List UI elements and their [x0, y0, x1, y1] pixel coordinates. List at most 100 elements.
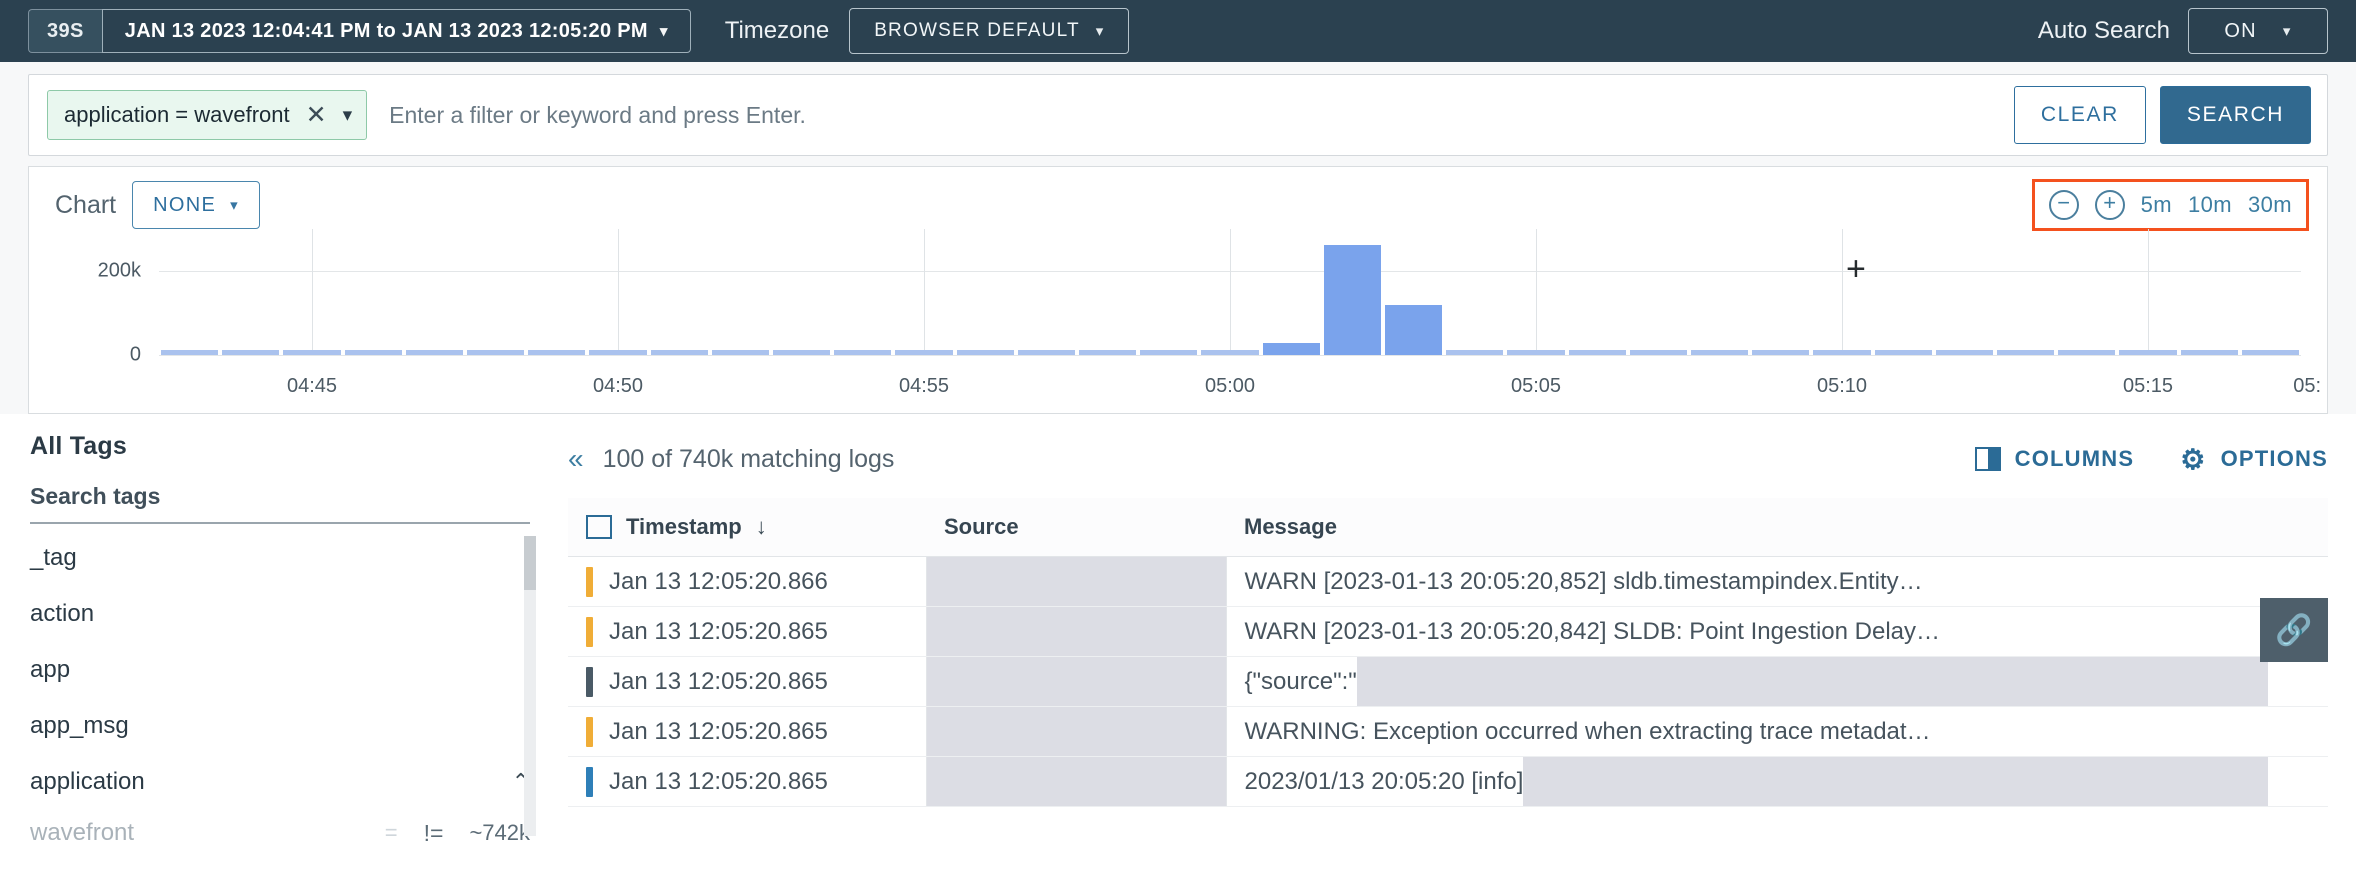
tag-item[interactable]: app	[30, 642, 530, 698]
chevron-down-icon[interactable]: ▾	[343, 104, 353, 127]
chart-bar[interactable]	[2241, 350, 2299, 355]
cell-message: {"source":"	[1225, 656, 2328, 707]
columns-button[interactable]: COLUMNS	[1974, 446, 2135, 472]
tag-item-label: application	[30, 768, 145, 795]
severity-indicator	[586, 616, 593, 647]
chart-bar[interactable]	[589, 350, 647, 355]
chart-bar[interactable]	[1385, 304, 1443, 355]
tag-item[interactable]: _tag	[30, 530, 530, 586]
chart-bar[interactable]	[1568, 350, 1626, 355]
chart-bar[interactable]	[650, 350, 708, 355]
chart-bar[interactable]	[773, 350, 831, 355]
chart-bar[interactable]	[1323, 244, 1381, 355]
tag-item[interactable]: app_msg	[30, 698, 530, 754]
filter-chip-application[interactable]: application = wavefront ✕ ▾	[47, 90, 368, 140]
collapse-sidebar-icon[interactable]: «	[568, 443, 583, 475]
cell-timestamp: Jan 13 12:05:20.865	[568, 706, 926, 757]
chart-bar[interactable]	[895, 350, 953, 355]
table-row[interactable]: Jan 13 12:05:20.865 WARN [2023-01-13 20:0…	[568, 606, 2328, 657]
copy-link-button[interactable]: 🔗	[2260, 598, 2328, 662]
zoom-step-30m[interactable]: 30m	[2248, 192, 2292, 218]
chart-bar[interactable]	[1935, 350, 1993, 355]
chart-bar[interactable]	[344, 350, 402, 355]
chart-bar[interactable]	[834, 350, 892, 355]
chart-x-tick-label: 05:00	[1204, 375, 1256, 397]
chart-bar[interactable]	[161, 350, 219, 355]
equals-operator[interactable]: =	[385, 820, 398, 846]
chevron-down-icon: ▾	[659, 23, 668, 40]
chart-mode-select[interactable]: NONE ▾	[132, 181, 260, 229]
chart-bar[interactable]	[1140, 350, 1198, 355]
timestamp-value: Jan 13 12:05:20.865	[609, 767, 828, 795]
chart-bar[interactable]	[2119, 350, 2177, 355]
chart-bar[interactable]	[1813, 350, 1871, 355]
chart-bar[interactable]	[1446, 350, 1504, 355]
chart-bar[interactable]	[2058, 350, 2116, 355]
columns-label: COLUMNS	[2014, 446, 2135, 471]
chart-bar[interactable]	[1017, 350, 1075, 355]
not-equals-operator[interactable]: !=	[424, 820, 444, 847]
search-tags-input[interactable]: Search tags	[30, 483, 530, 524]
chart-mode-value: NONE	[153, 193, 217, 216]
message-value: WARN [2023-01-13 20:05:20,852] sldb.time…	[1244, 567, 1923, 595]
chart-bar[interactable]	[1079, 350, 1137, 355]
chart-bar[interactable]	[1201, 350, 1259, 355]
chart-bar[interactable]	[1507, 350, 1565, 355]
search-button[interactable]: SEARCH	[2159, 86, 2311, 144]
chart-bar[interactable]	[1691, 350, 1749, 355]
filter-input[interactable]: Enter a filter or keyword and press Ente…	[389, 102, 2014, 129]
cell-message: 2023/01/13 20:05:20 [info]	[1225, 756, 2328, 807]
chart-crosshair-icon: +	[1846, 250, 1866, 288]
time-range-picker[interactable]: JAN 13 2023 12:04:41 PM to JAN 13 2023 1…	[101, 9, 691, 53]
chart-bar[interactable]	[283, 350, 341, 355]
tag-item[interactable]: application ⌃	[30, 754, 530, 810]
chart-bar[interactable]	[1262, 343, 1320, 355]
source-redacted-block	[926, 557, 1226, 606]
chart-bar[interactable]	[956, 350, 1014, 355]
timestamp-value: Jan 13 12:05:20.865	[609, 667, 828, 695]
tag-value-row[interactable]: wavefront = != ~742k	[30, 810, 530, 856]
table-row[interactable]: Jan 13 12:05:20.865 2023/01/13 20:05:20 […	[568, 756, 2328, 807]
sort-desc-icon[interactable]: ↓	[756, 514, 767, 540]
chart-x-tick-label: 05:05	[1510, 375, 1562, 397]
sidebar-scrollbar-thumb[interactable]	[524, 536, 536, 590]
column-header-timestamp[interactable]: Timestamp ↓	[568, 498, 926, 557]
chart-bar[interactable]	[711, 350, 769, 355]
chart-bar[interactable]	[1874, 350, 1932, 355]
cell-source	[925, 556, 1226, 607]
chart-x-tick-label: 04:45	[286, 375, 338, 397]
zoom-in-icon[interactable]: +	[2094, 190, 2125, 220]
options-button[interactable]: ⚙ OPTIONS	[2180, 443, 2328, 476]
zoom-step-10m[interactable]: 10m	[2188, 192, 2232, 218]
close-icon[interactable]: ✕	[306, 100, 327, 130]
chevron-down-icon: ▾	[2282, 23, 2292, 40]
zoom-out-icon[interactable]: −	[2048, 190, 2079, 220]
table-row[interactable]: Jan 13 12:05:20.866 WARN [2023-01-13 20:0…	[568, 556, 2328, 607]
chart-plot[interactable]: 0 200k 04:45 04:50 04:55 05:00 05:05 05:10 05:15…	[29, 229, 2327, 413]
column-header-source[interactable]: Source	[926, 498, 1226, 557]
chart-bar[interactable]	[467, 350, 525, 355]
chart-bar[interactable]	[2180, 350, 2238, 355]
auto-search-select[interactable]: ON ▾	[2188, 8, 2328, 54]
chart-bar[interactable]	[1629, 350, 1687, 355]
cell-source	[925, 706, 1226, 757]
clear-button[interactable]: CLEAR	[2013, 86, 2146, 144]
chart-bar[interactable]	[1997, 350, 2055, 355]
zoom-step-5m[interactable]: 5m	[2141, 192, 2172, 218]
chart-bar[interactable]	[528, 350, 586, 355]
chart-bar[interactable]	[405, 350, 463, 355]
chart-y-tick-label: 0	[129, 343, 141, 366]
tag-value-ops: = != ~742k	[385, 820, 530, 847]
search-bar[interactable]: application = wavefront ✕ ▾ Enter a filt…	[28, 74, 2328, 156]
sidebar-scrollbar[interactable]	[524, 536, 536, 836]
filter-chip-label: application = wavefront	[64, 102, 290, 127]
chart-bar[interactable]	[1752, 350, 1810, 355]
table-row[interactable]: Jan 13 12:05:20.865 WARNING: Exception oc…	[568, 706, 2328, 757]
column-header-message[interactable]: Message	[1226, 498, 2328, 557]
timezone-select[interactable]: BROWSER DEFAULT ▾	[849, 8, 1130, 54]
tag-value-label: wavefront	[30, 819, 135, 846]
chart-bar[interactable]	[222, 350, 280, 355]
source-redacted-block	[926, 707, 1226, 756]
table-row[interactable]: Jan 13 12:05:20.865 {"source":"	[568, 656, 2328, 707]
tag-item[interactable]: action	[30, 586, 530, 642]
